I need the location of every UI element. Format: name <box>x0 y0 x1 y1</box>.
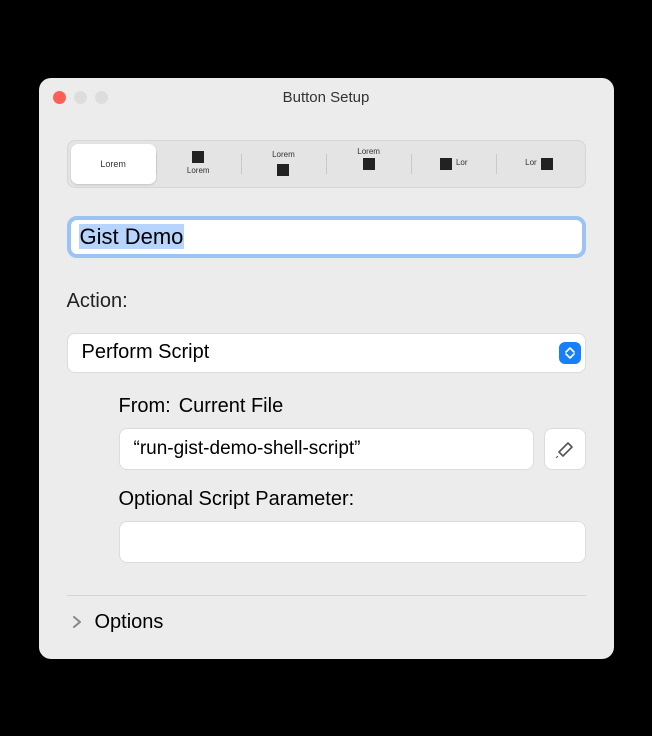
chevron-right-icon <box>69 614 85 630</box>
tab-label: Lorem <box>187 167 210 176</box>
tab-icon-right[interactable]: Lor <box>496 144 581 184</box>
action-select[interactable]: Perform Script <box>67 333 586 373</box>
action-label: Action: <box>67 290 586 313</box>
options-label: Options <box>95 611 164 634</box>
from-row: From: Current File <box>119 395 586 418</box>
label-style-tabs: Lorem Lorem Lorem Lorem Lor Lor <box>67 140 586 188</box>
tab-text-above[interactable]: Lorem <box>241 144 326 184</box>
action-value: Perform Script <box>82 341 210 364</box>
tab-label: Lor <box>525 159 537 168</box>
window: Button Setup Lorem Lorem Lorem Lorem <box>39 78 614 659</box>
title-bar: Button Setup <box>39 78 614 118</box>
script-name-value: “run-gist-demo-shell-script” <box>134 438 361 460</box>
from-label: From: <box>119 395 171 418</box>
tab-text-only[interactable]: Lorem <box>71 144 156 184</box>
zoom-icon <box>95 91 108 104</box>
square-icon <box>363 158 375 170</box>
updown-icon <box>559 342 581 364</box>
param-label: Optional Script Parameter: <box>119 488 586 511</box>
options-row[interactable]: Options <box>67 595 586 649</box>
script-name-field[interactable]: “run-gist-demo-shell-script” <box>119 428 534 470</box>
from-value: Current File <box>179 395 283 418</box>
edit-icon <box>555 439 575 459</box>
content: Lorem Lorem Lorem Lorem Lor Lor <box>39 118 614 659</box>
tab-label: Lorem <box>357 148 380 157</box>
square-icon <box>192 151 204 163</box>
tab-icon-left[interactable]: Lor <box>411 144 496 184</box>
window-title: Button Setup <box>39 89 614 106</box>
square-icon <box>277 164 289 176</box>
edit-script-button[interactable] <box>544 428 586 470</box>
square-icon <box>440 158 452 170</box>
button-name-field[interactable]: Gist Demo <box>67 216 586 258</box>
param-input[interactable] <box>119 521 586 563</box>
tab-label: Lorem <box>272 151 295 160</box>
traffic-lights <box>53 91 108 104</box>
script-details: From: Current File “run-gist-demo-shell-… <box>119 395 586 563</box>
close-icon[interactable] <box>53 91 66 104</box>
tab-icon-only[interactable]: Lorem <box>326 144 411 184</box>
button-name-value: Gist Demo <box>79 224 185 249</box>
minimize-icon <box>74 91 87 104</box>
tab-label: Lorem <box>100 159 126 169</box>
tab-icon-above[interactable]: Lorem <box>156 144 241 184</box>
tab-label: Lor <box>456 159 468 168</box>
square-icon <box>541 158 553 170</box>
